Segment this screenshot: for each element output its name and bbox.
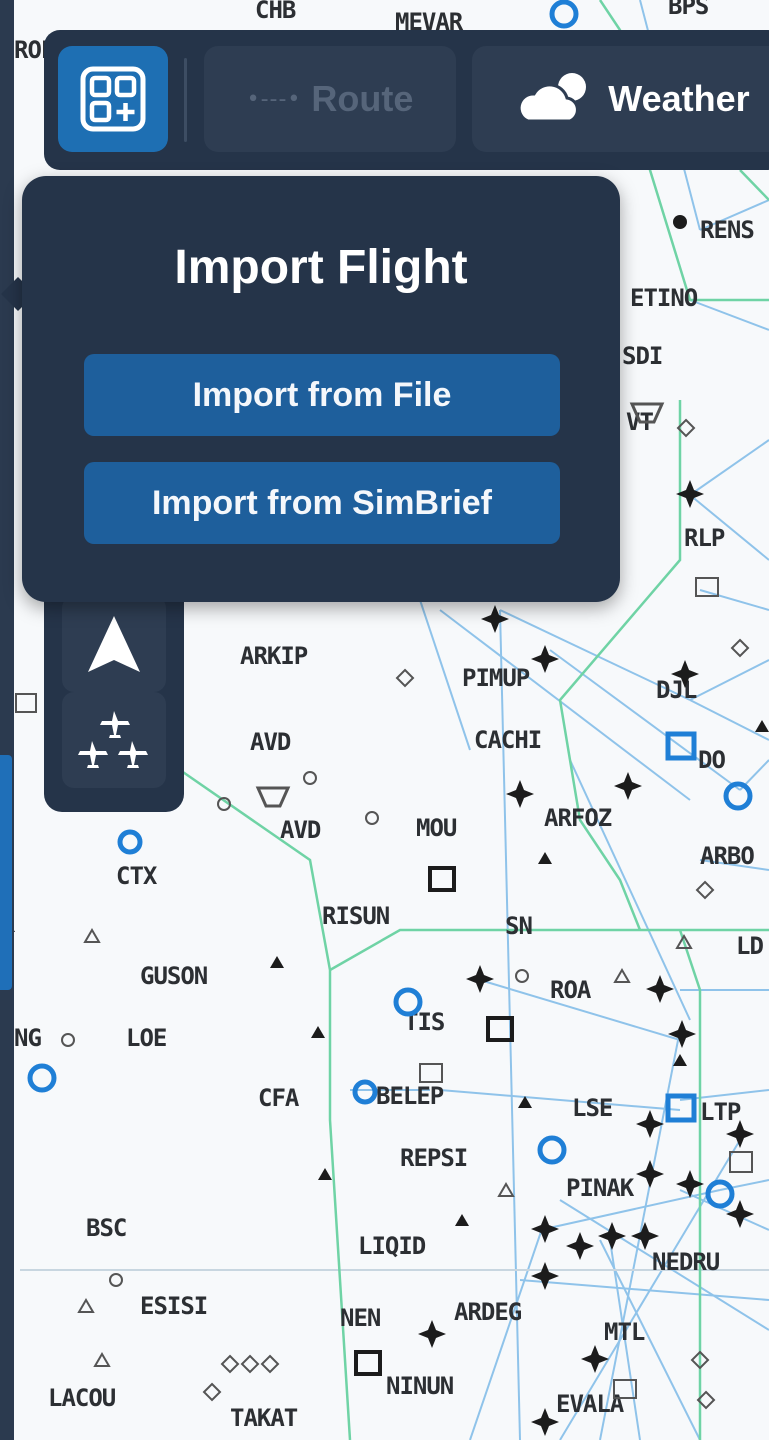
route-label: Route	[311, 78, 414, 119]
map-side-tools	[44, 580, 184, 812]
navigation-arrow-icon	[88, 616, 140, 672]
svg-text:PINAK: PINAK	[566, 1174, 635, 1202]
svg-text:BPS: BPS	[668, 0, 709, 20]
traffic-aircraft-icon	[78, 711, 148, 768]
svg-text:RENS: RENS	[700, 216, 754, 244]
svg-text:RISUN: RISUN	[322, 902, 390, 930]
svg-text:MTL: MTL	[604, 1318, 645, 1346]
svg-text:LOE: LOE	[126, 1024, 166, 1052]
svg-text:ARBO: ARBO	[700, 842, 754, 870]
svg-text:CACHI: CACHI	[474, 726, 541, 754]
left-panel-accent[interactable]	[0, 755, 12, 990]
svg-text:LIQID: LIQID	[358, 1232, 426, 1260]
svg-text:SN: SN	[505, 912, 532, 940]
orientation-button[interactable]	[62, 596, 166, 692]
svg-text:PIMUP: PIMUP	[462, 664, 530, 692]
svg-text:ARKIP: ARKIP	[240, 642, 308, 670]
popover-title: Import Flight	[174, 241, 468, 294]
toolbar-divider	[184, 58, 187, 142]
svg-text:CTX: CTX	[116, 862, 158, 890]
weather-button[interactable]: Weather	[472, 46, 769, 152]
svg-text:BSC: BSC	[86, 1214, 126, 1242]
svg-text:LD: LD	[736, 932, 763, 960]
svg-text:NEN: NEN	[340, 1304, 381, 1332]
traffic-button[interactable]	[62, 692, 166, 788]
svg-text:NG: NG	[14, 1024, 41, 1052]
svg-text:SDI: SDI	[622, 342, 662, 370]
dotted-route-icon: •---•	[246, 86, 302, 112]
svg-text:NEDRU: NEDRU	[652, 1248, 720, 1276]
svg-text:RLP: RLP	[684, 524, 725, 552]
svg-text:NINUN: NINUN	[386, 1372, 454, 1400]
svg-text:LSE: LSE	[572, 1094, 612, 1122]
svg-text:GUSON: GUSON	[140, 962, 208, 990]
svg-text:CFA: CFA	[258, 1084, 300, 1112]
grid-plus-icon	[80, 66, 146, 132]
svg-text:AVD: AVD	[250, 728, 291, 756]
svg-text:MOU: MOU	[416, 814, 457, 842]
svg-text:DO: DO	[698, 746, 725, 774]
cloud-sun-icon	[518, 73, 587, 123]
svg-text:ARFOZ: ARFOZ	[544, 804, 612, 832]
svg-text:ROA: ROA	[550, 976, 592, 1004]
left-panel-edge	[0, 0, 14, 1440]
svg-text:BELEP: BELEP	[376, 1082, 444, 1110]
svg-text:LACOU: LACOU	[48, 1384, 116, 1412]
import-flight-button[interactable]	[58, 46, 168, 152]
svg-text:ARDEG: ARDEG	[454, 1298, 522, 1326]
route-button[interactable]: •---• Route	[204, 46, 456, 152]
svg-text:TAKAT: TAKAT	[230, 1404, 298, 1432]
top-toolbar: •---• Route Weather	[44, 30, 769, 170]
svg-text:CHB: CHB	[255, 0, 296, 24]
svg-text:ESISI: ESISI	[140, 1292, 207, 1320]
svg-text:REPSI: REPSI	[400, 1144, 467, 1172]
import-from-simbrief-button[interactable]: Import from SimBrief	[84, 462, 560, 544]
svg-text:AVD: AVD	[280, 816, 321, 844]
import-from-file-button[interactable]: Import from File	[84, 354, 560, 436]
svg-text:DJL: DJL	[656, 676, 697, 704]
svg-text:LTP: LTP	[700, 1098, 741, 1126]
weather-label: Weather	[608, 78, 750, 119]
